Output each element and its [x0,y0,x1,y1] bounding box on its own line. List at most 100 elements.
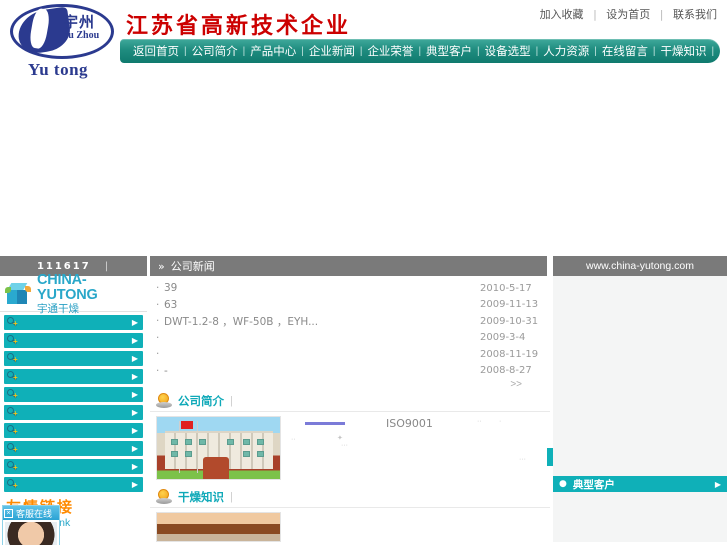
contact-us-link[interactable]: 联系我们 [673,8,717,21]
page-title: 江苏省高新技术企业 [126,14,352,39]
medal-icon [156,488,172,505]
sidebar-item-9[interactable]: + ▶ [4,459,143,474]
sidebar-item-1[interactable]: + ▶ [4,315,143,330]
profile-content: ISO9001 ·· ✦ ··· ·· · ··· [150,412,553,480]
factory-photo [156,416,281,480]
sidebar-item-6[interactable]: + ▶ [4,405,143,420]
news-title[interactable]: 39 [164,282,480,294]
banner-area [0,90,727,256]
chevron-right-icon: ▶ [131,317,138,327]
sidebar-item-7[interactable]: + ▶ [4,423,143,438]
nav-item-message-board[interactable]: 在线留言 [597,43,653,59]
chevron-right-icon: ▶ [131,443,138,453]
news-date: 2009-10-31 [480,315,539,327]
magnifier-plus-icon: + [6,406,19,419]
sidebar-menu: + ▶ + ▶ + ▶ + ▶ + ▶ + ▶ + ▶ + ▶ + ▶ + ▶ [0,312,147,492]
chevron-right-icon: ▶ [714,479,721,489]
list-item[interactable]: · DWT-1.2-8 ，WF-50B ，EYH... 2009-10-31 [156,313,544,330]
nav-item-customers[interactable]: 典型客户 [421,43,477,59]
magnifier-plus-icon: + [6,478,19,491]
flag-icon [181,421,193,429]
nav-item-drying-knowledge[interactable]: 干燥知识 [655,43,711,59]
magnifier-plus-icon: + [6,460,19,473]
set-homepage-link[interactable]: 设为首页 [606,8,650,21]
bullet-icon: · [156,298,160,311]
add-favorite-link[interactable]: 加入收藏 [540,8,584,21]
news-date: 2009-11-13 [480,299,539,311]
news-title[interactable]: 63 [164,299,480,311]
magnifier-plus-icon: + [6,424,19,437]
chevron-right-icon: ▶ [131,371,138,381]
news-title[interactable]: - [164,365,480,377]
avatar [5,522,57,545]
news-date: 2008-8-27 [480,365,532,377]
bullet-icon: · [156,348,160,361]
sidebar-item-3[interactable]: + ▶ [4,351,143,366]
close-icon[interactable]: × [4,508,13,518]
bullet-icon: ● [559,479,567,489]
top-link-sep-2: | [659,8,664,21]
news-date: 2009-3-4 [480,332,526,344]
logo-pinyin: Yu Zhou [62,30,100,41]
company-logo[interactable]: 宇州 Yu Zhou Yu tong [6,2,118,82]
customer-service-title: 客服在线 [16,509,53,520]
list-item[interactable]: · 63 2009-11-13 [156,297,544,314]
magnifier-plus-icon: + [6,352,19,365]
double-chevron-icon: » [158,259,165,273]
list-item[interactable]: · - 2008-8-27 [156,363,544,380]
drying-title-divider: | [230,490,233,503]
chevron-right-icon: ▶ [131,407,138,417]
news-more-link[interactable]: >> [156,379,544,390]
customer-service-header: × 客服在线 [3,506,59,520]
sidebar-item-10[interactable]: + ▶ [4,477,143,492]
magnifier-plus-icon: + [6,442,19,455]
list-item[interactable]: · 2008-11-19 [156,346,544,363]
chevron-right-icon: ▶ [131,425,138,435]
profile-section-header: 公司简介 | [150,390,550,412]
customers-panel-body [553,492,727,542]
news-title[interactable]: DWT-1.2-8 ，WF-50B ，EYH... [164,314,480,329]
magnifier-plus-icon: + [6,388,19,401]
logo-english-name: Yu tong [28,60,89,79]
nav-item-honors[interactable]: 企业荣誉 [362,43,418,59]
center-column: » 公司新闻 · 39 2010-5-17 · 63 2009-11-13 · … [150,256,553,545]
nav-item-equipment-selection[interactable]: 设备选型 [480,43,536,59]
customers-section-header[interactable]: ● 典型客户 ▶ [553,476,727,492]
brand-name-en: CHINA-YUTONG [37,272,98,303]
logo-chinese-name: 宇州 [63,13,96,31]
sidebar-item-4[interactable]: + ▶ [4,369,143,384]
bullet-icon: · [156,331,160,344]
site-header: 宇州 Yu Zhou Yu tong 加入收藏 | 设为首页 | 联系我们 江苏… [0,0,727,90]
drying-thumbnail [156,512,281,542]
news-date: 2010-5-17 [480,282,532,294]
nav-item-hr[interactable]: 人力资源 [538,43,594,59]
visitor-counter: 111617 [36,260,91,272]
nav-item-products[interactable]: 产品中心 [245,43,301,59]
list-item[interactable]: · 39 2010-5-17 [156,280,544,297]
chevron-right-icon: ▶ [131,479,138,489]
nav-item-news[interactable]: 企业新闻 [304,43,360,59]
nav-item-company-profile[interactable]: 公司简介 [187,43,243,59]
iso-certificate-label: ISO9001 [386,417,433,430]
sidebar-brand-text: CHINA-YUTONG 宇通干燥 [37,273,145,316]
customer-service-widget[interactable]: × 客服在线 [2,505,60,545]
chevron-right-icon: ▶ [131,353,138,363]
top-link-sep-1: | [593,8,597,21]
right-panel-body [553,276,727,476]
list-item[interactable]: · 2009-3-4 [156,330,544,347]
magnifier-plus-icon: + [6,334,19,347]
sidebar-item-8[interactable]: + ▶ [4,441,143,456]
main-navigation: 返回首页 | 公司简介 | 产品中心 | 企业新闻 | 企业荣誉 | 典型客户 … [120,39,727,63]
top-utility-links: 加入收藏 | 设为首页 | 联系我们 [540,6,717,22]
chevron-right-icon: ▶ [131,389,138,399]
chevron-right-icon: ▶ [131,461,138,471]
magnifier-plus-icon: + [6,370,19,383]
left-sidebar: 111617 | CHINA-YUTONG 宇通干燥 + ▶ + ▶ + ▶ +… [0,256,147,545]
cube-icon [5,282,31,307]
sidebar-item-2[interactable]: + ▶ [4,333,143,348]
profile-section-title: 公司简介 [178,393,224,408]
nav-item-home[interactable]: 返回首页 [128,43,184,59]
sidebar-brand[interactable]: CHINA-YUTONG 宇通干燥 [0,273,147,315]
sidebar-item-5[interactable]: + ▶ [4,387,143,402]
nav-item-contact[interactable]: 联系我们 [714,43,727,59]
